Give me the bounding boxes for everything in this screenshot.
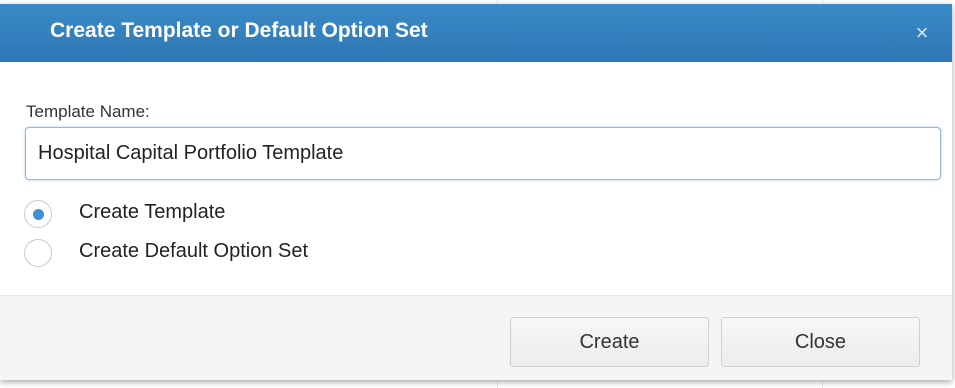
radio-button[interactable] (24, 239, 52, 267)
radio-label: Create Default Option Set (79, 240, 309, 262)
radio-button[interactable] (24, 200, 52, 228)
radio-label: Create Template (79, 201, 226, 223)
close-button[interactable]: Close (721, 317, 920, 367)
create-button[interactable]: Create (510, 317, 709, 367)
dialog-titlebar[interactable]: Create Template or Default Option Set × (0, 4, 952, 62)
radio-selected-dot (33, 209, 44, 220)
dialog-footer: Create Close (0, 295, 952, 380)
create-template-dialog: Create Template or Default Option Set × … (0, 4, 952, 380)
template-name-label: Template Name: (26, 102, 150, 121)
template-name-input[interactable] (25, 127, 941, 180)
dialog-title: Create Template or Default Option Set (50, 19, 428, 42)
close-icon[interactable]: × (905, 16, 939, 50)
